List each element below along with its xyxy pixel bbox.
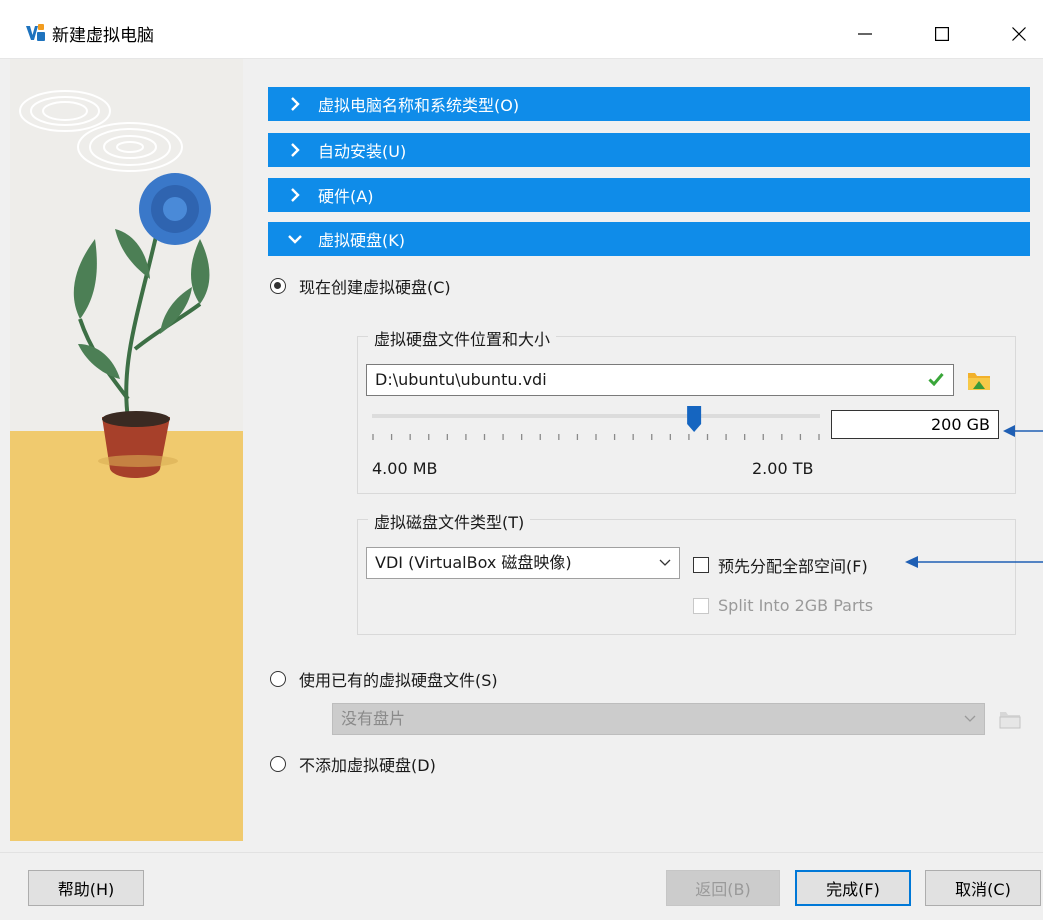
split-2gb-checkbox[interactable]: Split Into 2GB Parts xyxy=(693,596,873,615)
radio-no-disk[interactable]: 不添加虚拟硬盘(D) xyxy=(270,752,436,776)
radio-indicator[interactable] xyxy=(270,756,286,772)
close-button[interactable] xyxy=(996,14,1042,54)
radio-indicator[interactable] xyxy=(270,671,286,687)
chevron-down-icon xyxy=(964,715,976,722)
checkbox-box[interactable] xyxy=(693,597,709,614)
existing-disk-select[interactable]: 没有盘片 xyxy=(332,703,985,735)
chevron-down-icon xyxy=(659,559,671,566)
cancel-button[interactable]: 取消(C) xyxy=(925,870,1041,906)
maximize-icon xyxy=(935,27,949,41)
select-value: VDI (VirtualBox 磁盘映像) xyxy=(375,553,572,572)
disk-type-select[interactable]: VDI (VirtualBox 磁盘映像) xyxy=(366,547,680,579)
flower-pot-illustration xyxy=(10,59,243,841)
group-title: 虚拟硬盘文件位置和大小 xyxy=(368,326,557,350)
chevron-down-icon xyxy=(288,235,302,244)
section-unattended-install[interactable]: 自动安装(U) xyxy=(268,133,1030,167)
section-label: 硬件(A) xyxy=(318,187,374,206)
minimize-icon xyxy=(858,33,872,35)
disk-size-slider[interactable] xyxy=(372,404,822,444)
disk-path-input[interactable]: D:\ubuntu\ubuntu.vdi xyxy=(366,364,954,396)
section-label: 虚拟硬盘(K) xyxy=(318,231,405,250)
section-name-and-os[interactable]: 虚拟电脑名称和系统类型(O) xyxy=(268,87,1030,121)
folder-icon[interactable] xyxy=(966,368,992,392)
preallocate-checkbox[interactable]: 预先分配全部空间(F) xyxy=(693,553,868,577)
chevron-right-icon xyxy=(291,143,300,157)
blue-flower xyxy=(139,173,211,245)
radio-label: 使用已有的虚拟硬盘文件(S) xyxy=(299,671,498,690)
virtualbox-app-icon xyxy=(26,24,45,41)
slider-track xyxy=(372,414,820,418)
back-button[interactable]: 返回(B) xyxy=(666,870,780,906)
title-bar: 新建虚拟电脑 xyxy=(0,0,1043,59)
chevron-right-icon xyxy=(291,97,300,111)
slider-max-label: 2.00 TB xyxy=(752,459,814,478)
radio-create-disk-now[interactable]: 现在创建虚拟硬盘(C) xyxy=(270,274,451,298)
select-value: 没有盘片 xyxy=(341,709,406,728)
disk-size-input[interactable] xyxy=(831,410,999,439)
slider-min-label: 4.00 MB xyxy=(372,459,438,478)
section-virtual-hard-disk[interactable]: 虚拟硬盘(K) xyxy=(268,222,1030,256)
radio-label: 现在创建虚拟硬盘(C) xyxy=(299,278,451,297)
close-icon xyxy=(1012,27,1026,41)
checkbox-box[interactable] xyxy=(693,557,709,573)
slider-ticks xyxy=(372,434,820,440)
footer-divider xyxy=(0,852,1043,853)
window-title: 新建虚拟电脑 xyxy=(52,26,154,46)
radio-use-existing-disk[interactable]: 使用已有的虚拟硬盘文件(S) xyxy=(270,667,498,691)
section-hardware[interactable]: 硬件(A) xyxy=(268,178,1030,212)
checkbox-label: Split Into 2GB Parts xyxy=(718,596,874,615)
minimize-button[interactable] xyxy=(842,14,888,54)
help-button[interactable]: 帮助(H) xyxy=(28,870,144,906)
annotation-arrow-icon xyxy=(1003,425,1043,437)
radio-indicator[interactable] xyxy=(270,278,286,294)
illustration-floor xyxy=(10,431,243,841)
group-title: 虚拟磁盘文件类型(T) xyxy=(368,509,531,533)
folder-icon[interactable] xyxy=(998,707,1022,731)
checkmark-icon xyxy=(928,373,944,386)
section-label: 自动安装(U) xyxy=(318,142,407,161)
slider-thumb[interactable] xyxy=(687,406,702,432)
annotation-arrow-icon xyxy=(905,556,1043,568)
wizard-illustration xyxy=(10,59,243,841)
radio-label: 不添加虚拟硬盘(D) xyxy=(299,756,436,775)
chevron-right-icon xyxy=(291,188,300,202)
finish-button[interactable]: 完成(F) xyxy=(795,870,911,906)
checkbox-label: 预先分配全部空间(F) xyxy=(718,557,868,576)
section-label: 虚拟电脑名称和系统类型(O) xyxy=(318,96,520,115)
maximize-button[interactable] xyxy=(919,14,965,54)
